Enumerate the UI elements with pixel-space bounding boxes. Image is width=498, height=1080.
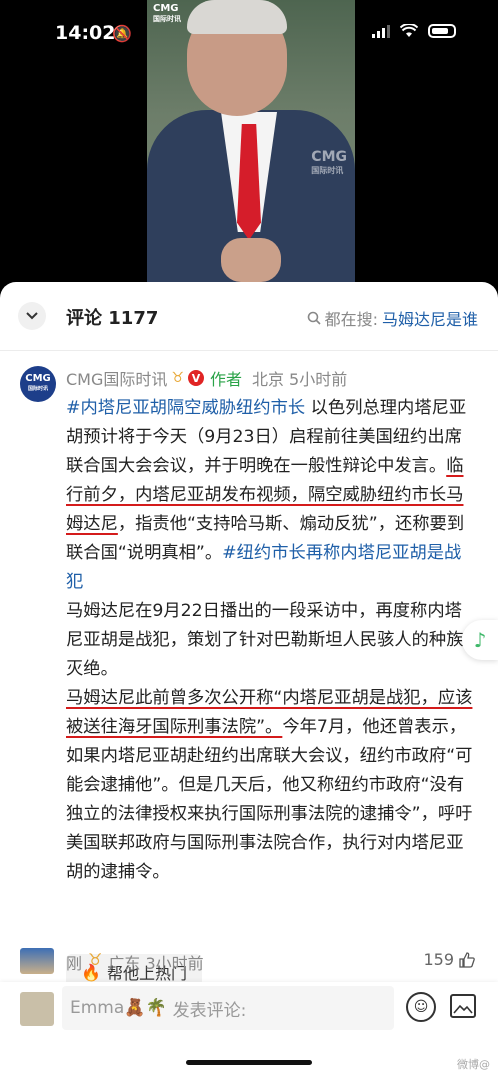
reply-avatar[interactable] [20, 948, 54, 974]
search-keyword[interactable]: 马姆达尼是谁 [382, 306, 478, 330]
search-prefix: 都在搜: [324, 310, 378, 329]
input-username: Emma🧸🌴 [70, 998, 167, 1018]
collapse-button[interactable] [18, 302, 46, 330]
person-hands [221, 238, 281, 282]
status-bar: 14:02 🔕 [0, 18, 498, 54]
paragraph-1: #内塔尼亚胡隔空威胁纽约市长 以色列总理内塔尼亚胡预计将于今天（9月23日）启程… [66, 398, 467, 592]
home-indicator [186, 1060, 312, 1065]
like-count: 159 [423, 950, 454, 969]
post-body: #内塔尼亚胡隔空威胁纽约市长 以色列总理内塔尼亚胡预计将于今天（9月23日）启程… [66, 394, 476, 887]
comment-input[interactable]: Emma🧸🌴 发表评论: [62, 986, 394, 1030]
status-time: 14:02 [55, 22, 116, 44]
comment-header: 评论 1177 都在搜: 马姆达尼是谁 [0, 282, 498, 348]
search-suggestion[interactable]: 都在搜: 马姆达尼是谁 [307, 306, 478, 330]
comment-input-bar: Emma🧸🌴 发表评论: ☺ 微博@ [0, 982, 498, 1080]
post-meta: CMG国际时讯 ♉ V 作者 北京 5小时前 [66, 366, 347, 390]
paragraph-2: 马姆达尼在9月22日播出的一段采访中，再度称内塔尼亚胡是战犯，策划了针对巴勒斯坦… [66, 601, 464, 679]
search-icon [307, 311, 321, 325]
signal-icon [372, 24, 390, 38]
divider [0, 350, 498, 351]
location-time: 北京 5小时前 [251, 370, 348, 389]
like-button[interactable]: 159 [423, 950, 476, 969]
music-note-icon[interactable]: ♪ [462, 620, 498, 660]
paragraph-3: 马姆达尼此前曾多次公开称“内塔尼亚胡是战犯，应该被送往海牙国际刑事法院”。今年7… [66, 688, 473, 882]
comment-sheet: 评论 1177 都在搜: 马姆达尼是谁 CMG 国际时讯 CMG国际时讯 ♉ V … [0, 282, 498, 1080]
verified-icon: V [187, 370, 204, 386]
thumbs-up-icon [459, 951, 475, 968]
author-tag: 作者 [209, 370, 242, 389]
battery-icon [428, 24, 456, 38]
emoji-icon[interactable]: ☺ [406, 992, 436, 1022]
watermark: 微博@ [457, 1058, 490, 1071]
input-placeholder: 发表评论: [172, 1000, 247, 1021]
reply-name[interactable]: 刚 [66, 950, 82, 974]
author-name[interactable]: CMG国际时讯 [66, 366, 167, 390]
hashtag-link[interactable]: #内塔尼亚胡隔空威胁纽约市长 [66, 398, 305, 418]
chevron-down-icon [26, 312, 38, 320]
vip-icon: ♉ [88, 950, 103, 969]
cmg-watermark: CMG 国际时讯 [311, 149, 347, 175]
wifi-icon [400, 24, 418, 37]
mute-bell-icon: 🔕 [112, 24, 132, 43]
vip-icon: ♉ [171, 370, 184, 386]
reply-row[interactable]: 刚 ♉ 广东 3小时前 159 [0, 942, 498, 982]
comment-count-title: 评论 1177 [66, 308, 159, 329]
image-icon[interactable] [450, 994, 476, 1018]
user-avatar [20, 992, 54, 1026]
reply-location-time: 广东 3小时前 [108, 954, 204, 973]
author-avatar[interactable]: CMG 国际时讯 [20, 366, 56, 402]
